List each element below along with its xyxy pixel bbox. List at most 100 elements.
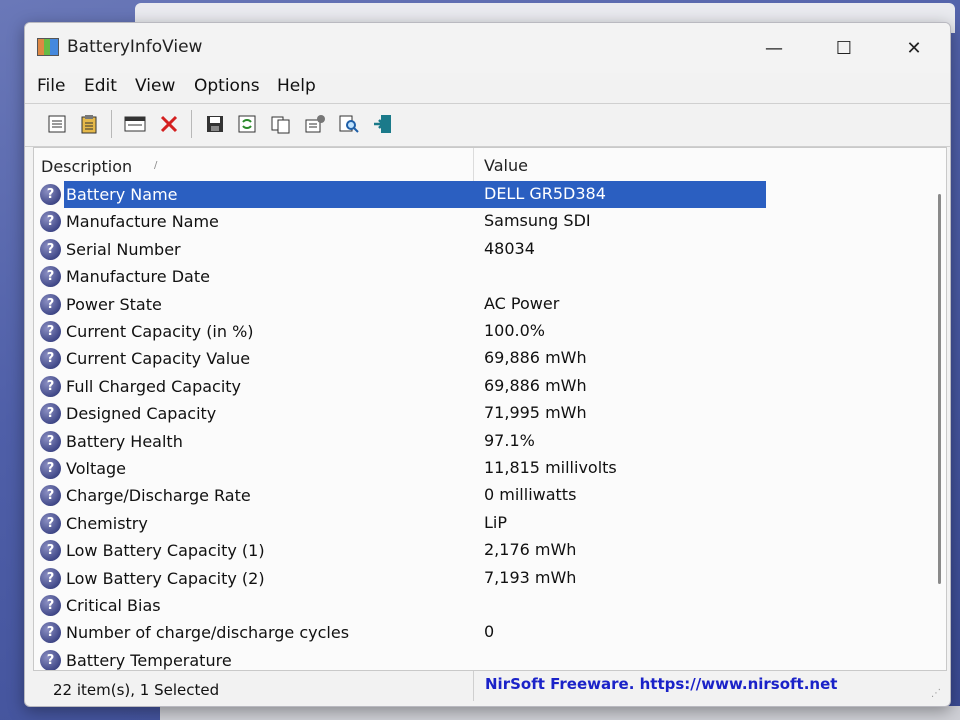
- question-mark-icon: ?: [40, 430, 61, 452]
- column-header-value[interactable]: Value: [484, 156, 528, 175]
- item-value: 71,995 mWh: [484, 403, 587, 423]
- minimize-button[interactable]: —: [751, 31, 797, 65]
- question-mark-icon: ?: [40, 184, 61, 205]
- copy-icon: [271, 116, 290, 134]
- list-item[interactable]: ? Voltage 11,815 millivolts: [34, 455, 774, 482]
- question-mark-icon: ?: [40, 485, 61, 507]
- list-item[interactable]: ? Battery Temperature: [34, 647, 774, 670]
- menu-edit[interactable]: Edit: [84, 76, 117, 96]
- options-icon: [305, 115, 325, 133]
- question-mark-icon: ?: [40, 622, 61, 644]
- maximize-button[interactable]: ☐: [821, 31, 867, 65]
- nirsoft-link[interactable]: NirSoft Freeware. https://www.nirsoft.ne…: [485, 675, 837, 693]
- list-item[interactable]: ? Critical Bias: [34, 592, 774, 619]
- question-mark-icon: ?: [40, 595, 61, 616]
- column-header-description[interactable]: Description: [41, 157, 132, 176]
- find-button[interactable]: [337, 112, 361, 136]
- item-description: Low Battery Capacity (1): [66, 541, 265, 561]
- item-value: 48034: [484, 238, 535, 258]
- options-button[interactable]: [303, 112, 327, 136]
- column-header: Description / Value: [34, 148, 946, 182]
- list-item[interactable]: ? Manufacture Date: [34, 263, 774, 290]
- list-item[interactable]: ? Serial Number 48034: [34, 236, 774, 263]
- title-bar[interactable]: BatteryInfoView — ☐ ✕: [25, 23, 950, 73]
- toolbar: [25, 103, 950, 147]
- find-icon: [339, 115, 359, 133]
- item-value: 2,176 mWh: [484, 540, 577, 560]
- list-item[interactable]: ? Low Battery Capacity (2) 7,193 mWh: [34, 565, 774, 592]
- list-item[interactable]: ? Designed Capacity 71,995 mWh: [34, 400, 774, 427]
- save-icon: [207, 116, 223, 132]
- item-value: 97.1%: [484, 430, 535, 450]
- item-value: 100.0%: [484, 321, 546, 340]
- app-icon: [37, 38, 59, 56]
- item-value: AC Power: [484, 293, 560, 313]
- item-value: 0 milliwatts: [484, 485, 577, 505]
- item-description: Low Battery Capacity (2): [66, 568, 265, 588]
- refresh-button[interactable]: [235, 112, 259, 136]
- list-item[interactable]: ? Full Charged Capacity 69,886 mWh: [34, 373, 774, 400]
- window-icon: [124, 116, 146, 132]
- html-report-button[interactable]: [123, 112, 147, 136]
- background-window-bottom: [160, 706, 960, 720]
- vertical-scrollbar[interactable]: [938, 194, 941, 584]
- battery-info-list[interactable]: Description / Value ? Battery Name DELL GR…: [33, 147, 947, 671]
- list-item[interactable]: ? Charge/Discharge Rate 0 milliwatts: [34, 482, 774, 509]
- item-description: Battery Health: [66, 431, 183, 451]
- menu-view[interactable]: View: [135, 76, 175, 96]
- delete-icon: [160, 115, 178, 133]
- column-divider[interactable]: [473, 148, 474, 182]
- resize-grip[interactable]: ⋰: [931, 688, 941, 699]
- item-description: Current Capacity Value: [66, 349, 251, 369]
- close-icon: ✕: [906, 37, 922, 59]
- item-description: Designed Capacity: [66, 404, 217, 424]
- menu-options[interactable]: Options: [194, 76, 260, 96]
- list-item[interactable]: ? Current Capacity Value 69,886 mWh: [34, 345, 774, 372]
- list-item[interactable]: ? Current Capacity (in %) 100.0%: [34, 318, 774, 345]
- toolbar-separator: [111, 110, 112, 138]
- item-value: LiP: [484, 512, 508, 532]
- question-mark-icon: ?: [40, 540, 61, 562]
- question-mark-icon: ?: [40, 403, 61, 425]
- item-description: Power State: [66, 294, 162, 314]
- question-mark-icon: ?: [40, 649, 61, 670]
- menu-help[interactable]: Help: [277, 76, 316, 96]
- properties-icon: [48, 115, 66, 133]
- item-value: 69,886 mWh: [484, 375, 587, 395]
- list-item[interactable]: ? Manufacture Name Samsung SDI: [34, 208, 774, 235]
- app-window: BatteryInfoView — ☐ ✕ File Edit View Opt…: [24, 22, 951, 707]
- question-mark-icon: ?: [40, 266, 61, 288]
- menu-file[interactable]: File: [37, 76, 65, 96]
- status-bar: 22 item(s), 1 Selected NirSoft Freeware.…: [33, 671, 945, 701]
- list-item[interactable]: ? Low Battery Capacity (1) 2,176 mWh: [34, 537, 774, 564]
- item-value: DELL GR5D384: [484, 184, 606, 203]
- maximize-icon: ☐: [835, 37, 853, 59]
- minimize-icon: —: [765, 37, 783, 59]
- properties-button[interactable]: [45, 112, 69, 136]
- list-item[interactable]: ? Battery Name DELL GR5D384: [34, 181, 774, 208]
- copy-to-clipboard-button[interactable]: [77, 112, 101, 136]
- save-button[interactable]: [203, 112, 227, 136]
- exit-icon: [374, 115, 391, 133]
- toolbar-separator: [191, 110, 192, 138]
- window-title: BatteryInfoView: [67, 37, 203, 57]
- exit-button[interactable]: [371, 112, 395, 136]
- item-description: Full Charged Capacity: [66, 376, 242, 396]
- item-description: Critical Bias: [66, 596, 161, 615]
- question-mark-icon: ?: [40, 321, 61, 342]
- question-mark-icon: ?: [40, 293, 61, 315]
- list-item[interactable]: ? Number of charge/discharge cycles 0: [34, 619, 774, 646]
- item-description: Chemistry: [66, 513, 148, 533]
- list-item[interactable]: ? Battery Health 97.1%: [34, 428, 774, 455]
- status-item-count: 22 item(s), 1 Selected: [53, 681, 220, 699]
- list-item[interactable]: ? Power State AC Power: [34, 291, 774, 318]
- item-description: Manufacture Name: [66, 212, 219, 232]
- delete-button[interactable]: [157, 112, 181, 136]
- item-description: Charge/Discharge Rate: [66, 486, 251, 506]
- item-description: Serial Number: [66, 239, 181, 259]
- item-value: 7,193 mWh: [484, 567, 577, 587]
- list-item[interactable]: ? Chemistry LiP: [34, 510, 774, 537]
- close-button[interactable]: ✕: [891, 31, 937, 65]
- copy-button[interactable]: [269, 112, 293, 136]
- item-description: Number of charge/discharge cycles: [66, 623, 350, 643]
